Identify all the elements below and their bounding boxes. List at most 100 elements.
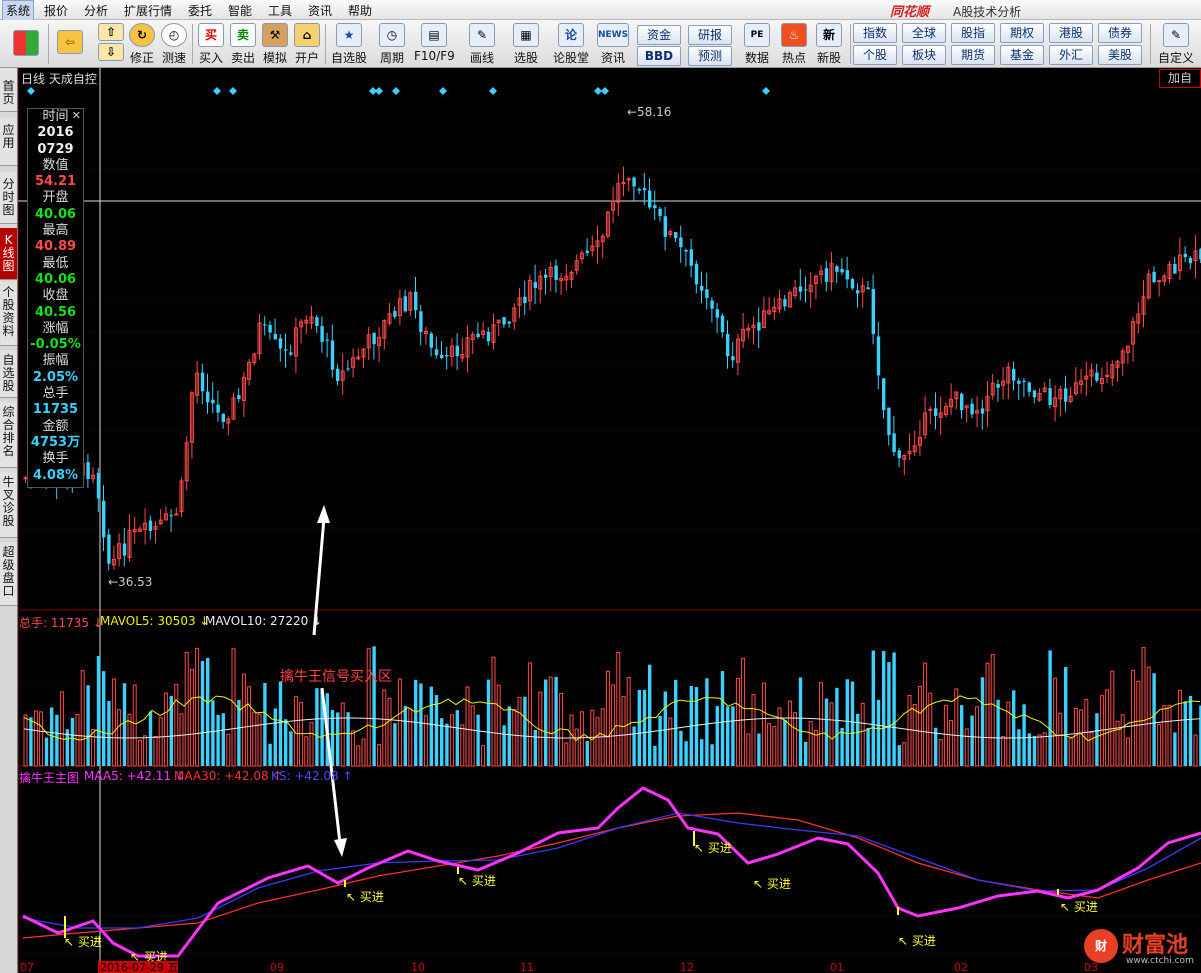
back-button[interactable]: ⇦ xyxy=(56,22,84,66)
revise-button[interactable]: ↻ 修正 xyxy=(128,22,156,66)
menu-smart[interactable]: 智能 xyxy=(228,2,252,19)
simulate-button[interactable]: ⚒ 模拟 xyxy=(261,22,289,66)
volume-bar xyxy=(122,683,127,766)
info-value: 4.08% xyxy=(32,467,79,483)
volume-bar xyxy=(668,717,673,767)
hot-button[interactable]: ♨ 热点 xyxy=(779,22,809,66)
sidebar-item-super-level[interactable]: 超级盘口 xyxy=(0,542,17,606)
candle-body xyxy=(221,413,225,423)
customize-button[interactable]: ✎ 自定义 xyxy=(1156,22,1196,66)
menu-quotes[interactable]: 报价 xyxy=(44,2,68,19)
data-button[interactable]: PE 数据 xyxy=(742,22,772,66)
fund-flow-button[interactable]: 资金 xyxy=(637,25,681,45)
volume-bar xyxy=(465,686,470,767)
candle-body xyxy=(1048,388,1052,405)
volume-bar xyxy=(1152,673,1156,766)
volume-bar xyxy=(1095,713,1099,766)
menu-help[interactable]: 帮助 xyxy=(348,2,372,19)
candle-body xyxy=(102,500,106,538)
sidebar-item-watchlist[interactable]: 自选股 xyxy=(0,350,17,398)
add-watchlist-button[interactable]: 加自 xyxy=(1159,69,1201,88)
lock-icon: ⌂ xyxy=(294,23,320,47)
volume-bar xyxy=(757,733,761,766)
market-index[interactable]: 指数 xyxy=(853,23,897,43)
buy-button[interactable]: 买 买入 xyxy=(197,22,225,66)
close-icon[interactable]: ✕ xyxy=(72,108,81,124)
candle-body xyxy=(653,205,657,209)
volume-bar xyxy=(449,714,454,767)
volume-bar xyxy=(1064,667,1068,766)
menu-bar: 系统 报价 分析 扩展行情 委托 智能 工具 资讯 帮助 同花顺 A股技术分析 xyxy=(0,0,1201,21)
menu-extended-market[interactable]: 扩展行情 xyxy=(124,2,172,19)
menu-trade[interactable]: 委托 xyxy=(188,2,212,19)
candle-body xyxy=(1188,257,1193,264)
signal-diamond xyxy=(439,87,447,95)
sidebar-item-diagnosis[interactable]: 牛叉诊股 xyxy=(0,472,17,538)
menu-tools[interactable]: 工具 xyxy=(268,2,292,19)
market-stocks[interactable]: 个股 xyxy=(853,45,897,65)
news-button[interactable]: NEWS 资讯 xyxy=(596,22,630,66)
candle-body xyxy=(980,408,985,414)
draw-line-button[interactable]: ✎ 画线 xyxy=(464,22,500,66)
up-down-button[interactable]: ⇧ ⇩ xyxy=(98,22,124,66)
volume-bar xyxy=(206,657,210,766)
low-price-label: ←36.53 xyxy=(108,575,152,589)
market-hk[interactable]: 港股 xyxy=(1049,23,1093,43)
info-value: 40.89 xyxy=(34,239,77,255)
candle-body xyxy=(336,368,340,382)
market-global[interactable]: 全球 xyxy=(902,23,946,43)
info-value: 0729 xyxy=(37,141,74,157)
volume-bar xyxy=(772,725,777,767)
menu-analysis[interactable]: 分析 xyxy=(84,2,108,19)
signal-diamond xyxy=(229,87,237,95)
kline-chart[interactable]: ←58.16 ←36.53 ↖ 买进 ↖ 买进 ↖ 买进 ↖ 买进 ↖ 买进 ↖ 买进 ↖ 买进… xyxy=(18,68,1201,973)
candle-body xyxy=(263,324,267,326)
bbd-button[interactable]: BBD xyxy=(637,46,681,66)
volume-bar xyxy=(257,713,262,767)
info-value: 54.21 xyxy=(34,174,77,190)
f10-button[interactable]: ▤ F10/F9 xyxy=(414,22,455,66)
forum-button[interactable]: 论 论股堂 xyxy=(553,22,589,66)
market-forex[interactable]: 外汇 xyxy=(1049,45,1093,65)
market-sectors[interactable]: 板块 xyxy=(902,45,946,65)
menu-system[interactable]: 系统 xyxy=(2,0,35,21)
sidebar-item-ranking[interactable]: 综合排名 xyxy=(0,402,17,468)
menu-news[interactable]: 资讯 xyxy=(308,2,332,19)
ipo-button[interactable]: 新 新股 xyxy=(814,22,844,66)
market-options[interactable]: 期权 xyxy=(1000,23,1044,43)
market-funds[interactable]: 基金 xyxy=(1000,45,1044,65)
volume-bar xyxy=(813,729,818,767)
toolbar: ⇦ ⇧ ⇩ ↻ 修正 ◴ 测速 买 买入 卖 卖出 ⚒ 模拟 ⌂ 开户 ★ 自选… xyxy=(0,20,1201,68)
market-bonds[interactable]: 债券 xyxy=(1098,23,1142,43)
volume-bar xyxy=(564,742,569,767)
volume-bar xyxy=(1183,701,1187,766)
info-value: 4753万 xyxy=(30,434,81,450)
period-button[interactable]: ◷ 周期 xyxy=(374,22,410,66)
sidebar-item-home[interactable]: 首页 xyxy=(0,68,17,112)
volume-bar xyxy=(845,679,849,766)
market-stock-index[interactable]: 股指 xyxy=(951,23,995,43)
layout-button[interactable] xyxy=(12,22,40,66)
date-axis-label: 07 xyxy=(20,961,34,973)
info-label: 总手 xyxy=(42,386,69,402)
open-account-button[interactable]: ⌂ 开户 xyxy=(293,22,321,66)
forecast-button[interactable]: 预测 xyxy=(688,46,732,66)
stock-picker-button[interactable]: ▦ 选股 xyxy=(508,22,544,66)
market-futures[interactable]: 期货 xyxy=(951,45,995,65)
sidebar-item-apps[interactable]: 应用 xyxy=(0,118,17,166)
volume-bar xyxy=(59,691,64,767)
sell-button[interactable]: 卖 卖出 xyxy=(229,22,257,66)
watchlist-button[interactable]: ★ 自选股 xyxy=(330,22,368,66)
research-button[interactable]: 研报 xyxy=(688,25,732,45)
volume-bar xyxy=(544,679,548,766)
volume-bar xyxy=(694,687,699,766)
sidebar-item-profile[interactable]: 个股资料 xyxy=(0,282,17,346)
sidebar-item-kline[interactable]: K线图 xyxy=(0,228,17,280)
market-us[interactable]: 美股 xyxy=(1098,45,1142,65)
volume-bar xyxy=(153,735,158,767)
volume-bar xyxy=(579,711,584,767)
candle-body xyxy=(284,349,288,351)
sidebar-item-intraday[interactable]: 分时图 xyxy=(0,172,17,224)
candle-body xyxy=(882,378,886,411)
speed-test-button[interactable]: ◴ 测速 xyxy=(160,22,188,66)
